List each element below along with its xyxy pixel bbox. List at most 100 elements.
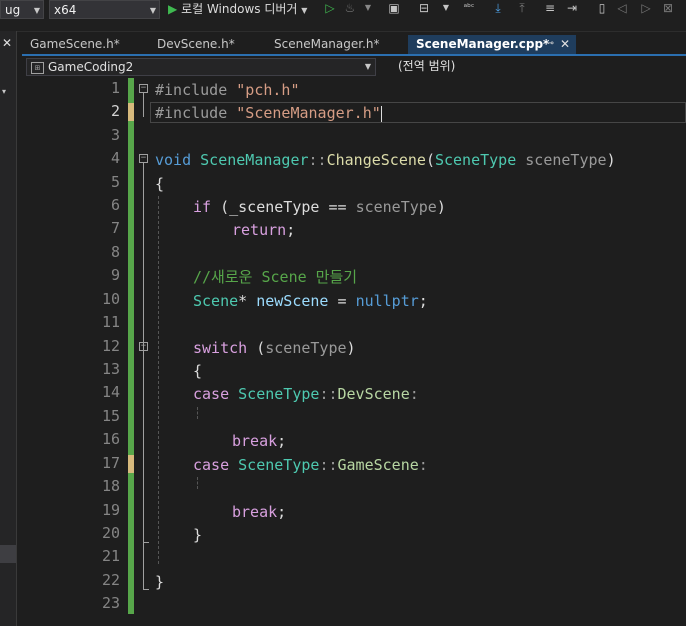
start-without-debugging-icon[interactable]: ▷ <box>322 0 338 16</box>
scope-operator: :: <box>319 456 338 474</box>
tab-label: DevScene.h* <box>157 37 235 51</box>
brace: } <box>155 573 165 591</box>
code-line-12: switch (sceneType) <box>155 337 356 360</box>
operator: * <box>238 292 257 310</box>
document-tabs: GameScene.h* DevScene.h* SceneManager.h*… <box>22 35 686 56</box>
type-name: SceneType <box>229 456 320 474</box>
toolbar: ug ▼ x64 ▼ ▶ 로컬 Windows 디버거 ▼ ▷ ♨ ▼ ▣ ⊟ … <box>0 0 686 32</box>
keyword: void <box>155 151 192 169</box>
chevron-down-icon[interactable]: ▼ <box>360 0 376 16</box>
hot-reload-icon[interactable]: ♨ <box>342 0 358 16</box>
code-line-17: case SceneType::GameScene: <box>155 454 428 477</box>
code-line-13: { <box>155 360 202 383</box>
indent-guide <box>197 477 198 489</box>
fold-line <box>143 93 144 117</box>
keyword: break <box>232 432 278 450</box>
tab-label: SceneManager.cpp* <box>416 37 550 51</box>
change-indicator-bar <box>128 78 134 614</box>
scope-dropdown[interactable]: (전역 범위) <box>380 58 686 76</box>
uncomment-icon[interactable]: ⇥ <box>564 0 580 16</box>
window-layout-icon[interactable]: ⊟ <box>416 0 432 16</box>
member-variable: _sceneType <box>229 198 320 216</box>
tab-label: SceneManager.h* <box>274 37 380 51</box>
comment-icon[interactable]: ≡ <box>542 0 558 16</box>
line-number: 9 <box>110 266 120 284</box>
code-line-10: Scene* newScene = nullptr; <box>155 290 428 313</box>
project-label: GameCoding2 <box>48 60 134 74</box>
code-editor[interactable]: 1 2 3 4 5 6 7 8 9 10 11 12 13 14 15 16 1… <box>22 78 686 626</box>
line-number: 16 <box>101 430 120 448</box>
close-icon[interactable]: ✕ <box>560 35 570 53</box>
punctuation: : <box>409 385 419 403</box>
platform-dropdown[interactable]: x64 ▼ <box>49 0 160 19</box>
line-number: 21 <box>101 547 120 565</box>
local-variable: newScene <box>256 292 329 310</box>
line-number: 13 <box>101 360 120 378</box>
tab-scenemanager-cpp[interactable]: SceneManager.cpp* ⊸ ✕ <box>408 35 576 54</box>
line-number: 8 <box>110 243 120 261</box>
navigation-bar: ⊞ GameCoding2 ▼ (전역 범위) <box>22 57 686 77</box>
bookmark-icon[interactable]: ▯ <box>594 0 610 16</box>
code-line-14: case SceneType::DevScene: <box>155 383 419 406</box>
brace: { <box>155 175 165 193</box>
keyword: case <box>193 385 230 403</box>
scope-label: (전역 범위) <box>398 59 456 73</box>
close-icon[interactable]: ✕ <box>2 36 12 50</box>
code-line-9: //새로운 Scene 만들기 <box>155 266 357 289</box>
punctuation: ( <box>425 151 435 169</box>
fold-line <box>143 589 149 590</box>
string-literal: "SceneManager.h" <box>236 104 381 122</box>
code-line-2: #include "SceneManager.h" <box>155 102 382 125</box>
code-line-20: } <box>155 524 202 547</box>
class-name: SceneManager <box>191 151 309 169</box>
fold-line <box>143 542 149 543</box>
unsaved-change-marker <box>128 103 134 121</box>
next-bookmark-icon[interactable]: ▷ <box>638 0 654 16</box>
keyword: case <box>193 456 230 474</box>
collapse-icon[interactable]: − <box>139 84 148 93</box>
browse-icon[interactable]: ▣ <box>386 0 402 16</box>
code-line-4: void SceneManager::ChangeScene(SceneType… <box>155 149 616 172</box>
code-line-7: return; <box>155 219 295 242</box>
chevron-down-icon[interactable]: ▼ <box>438 0 454 16</box>
panel-scrollbar-thumb[interactable] <box>0 545 16 563</box>
pin-icon[interactable]: ⊸ <box>546 35 554 53</box>
step-out-icon[interactable]: ⤒ <box>514 0 530 16</box>
project-icon: ⊞ <box>31 61 44 74</box>
punctuation: ; <box>418 292 428 310</box>
chevron-down-icon: ▼ <box>364 62 371 71</box>
code-line-6: if (_sceneType == sceneType) <box>155 196 446 219</box>
parameter: sceneType <box>265 339 347 357</box>
tab-gamescene-h[interactable]: GameScene.h* <box>22 35 147 54</box>
previous-bookmark-icon[interactable]: ◁ <box>614 0 630 16</box>
project-dropdown[interactable]: ⊞ GameCoding2 ▼ <box>26 58 376 76</box>
punctuation: ) <box>606 151 616 169</box>
comment: //새로운 Scene 만들기 <box>193 268 358 286</box>
chevron-down-icon: ▼ <box>149 6 156 15</box>
punctuation: ) <box>346 339 356 357</box>
configuration-label: ug <box>5 3 21 17</box>
configuration-dropdown[interactable]: ug ▼ <box>0 0 44 19</box>
keyword: break <box>232 503 278 521</box>
text-cursor <box>380 105 382 122</box>
tab-devscene-h[interactable]: DevScene.h* <box>149 35 265 54</box>
parameter: sceneType <box>355 198 437 216</box>
code-line-22: } <box>155 571 164 594</box>
preprocessor-directive: #include <box>155 81 237 99</box>
line-number: 6 <box>110 196 120 214</box>
start-debugging-button[interactable]: ▶ 로컬 Windows 디버거 ▼ <box>168 0 307 19</box>
clear-bookmarks-icon[interactable]: ⊠ <box>660 0 676 16</box>
panel-dropdown-icon[interactable]: ▾ <box>2 87 6 96</box>
line-number: 10 <box>101 290 120 308</box>
step-into-icon[interactable]: ⤓ <box>490 0 506 16</box>
chevron-down-icon: ▼ <box>33 6 40 15</box>
play-icon: ▶ <box>168 2 178 16</box>
spell-check-icon[interactable]: ᵃᵇᶜ <box>461 0 477 16</box>
code-line-16: break; <box>155 430 286 453</box>
type-name: SceneType <box>229 385 320 403</box>
line-number: 11 <box>101 313 120 331</box>
punctuation: ; <box>277 503 287 521</box>
tab-scenemanager-h[interactable]: SceneManager.h* <box>266 35 407 54</box>
collapse-icon[interactable]: − <box>139 154 148 163</box>
keyword: switch <box>193 339 248 357</box>
